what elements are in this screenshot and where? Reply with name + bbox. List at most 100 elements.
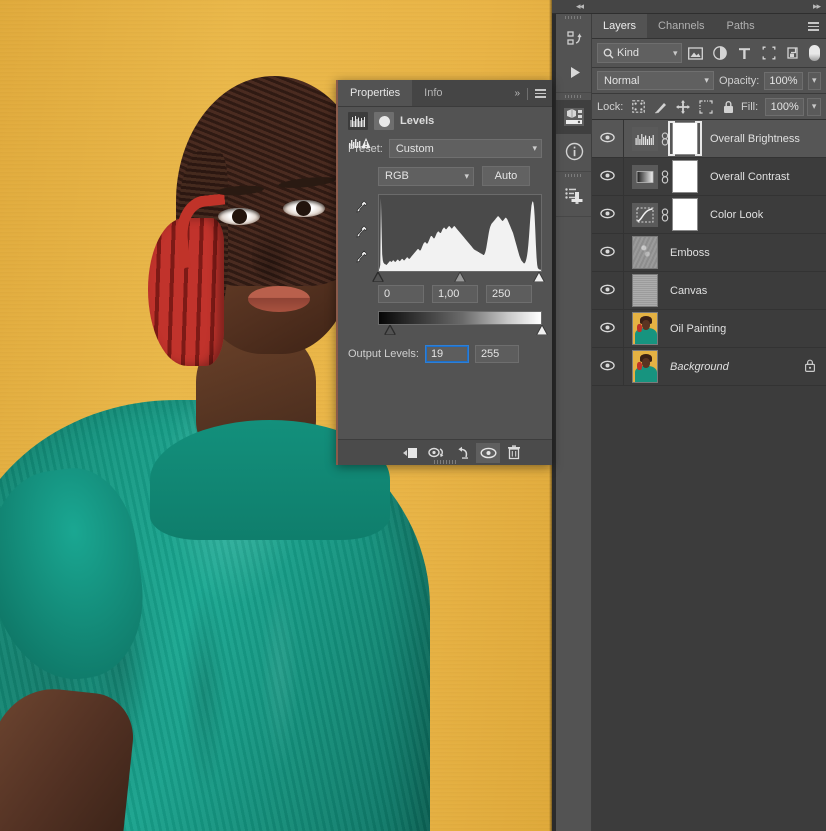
- white-point-eyedropper-icon[interactable]: [351, 248, 371, 266]
- blend-mode-select[interactable]: Normal ▾: [597, 71, 714, 90]
- adjustments-icon[interactable]: [556, 179, 592, 213]
- panel-grip[interactable]: [556, 14, 591, 21]
- layer-name[interactable]: Background: [670, 361, 729, 373]
- lock-transparent-pixels-icon[interactable]: [628, 97, 648, 117]
- hamburger-menu-icon[interactable]: [808, 20, 819, 33]
- tab-channels[interactable]: Channels: [647, 14, 715, 38]
- layer-row[interactable]: Emboss: [592, 233, 826, 272]
- fill-field[interactable]: 100%: [765, 97, 805, 116]
- chevron-double-right-icon[interactable]: »: [514, 88, 520, 99]
- eye-icon[interactable]: [600, 208, 615, 222]
- adjustment-layer-filter-icon[interactable]: [710, 43, 730, 63]
- eye-icon[interactable]: [600, 132, 615, 146]
- layer-name[interactable]: Color Look: [710, 209, 763, 221]
- layer-visibility-toggle[interactable]: [592, 347, 624, 386]
- output-black-field[interactable]: 19: [424, 345, 469, 363]
- eye-icon[interactable]: [600, 322, 615, 336]
- gray-point-eyedropper-icon[interactable]: [351, 223, 371, 241]
- tab-info[interactable]: Info: [412, 80, 454, 106]
- layer-name[interactable]: Overall Contrast: [710, 171, 789, 183]
- levels-histogram[interactable]: [378, 194, 542, 272]
- eye-icon[interactable]: [600, 284, 615, 298]
- layer-thumbnail[interactable]: [632, 350, 658, 383]
- input-black-field[interactable]: 0: [378, 285, 424, 303]
- pixel-layer-filter-icon[interactable]: [686, 43, 706, 63]
- lock-all-icon[interactable]: [718, 97, 738, 117]
- chevron-double-right-icon[interactable]: ▸▸: [813, 0, 821, 14]
- layer-row[interactable]: Background: [592, 347, 826, 386]
- info-icon[interactable]: [556, 134, 592, 168]
- output-black-handle[interactable]: [384, 325, 396, 335]
- lock-image-pixels-icon[interactable]: [651, 97, 671, 117]
- filter-enable-toggle-icon[interactable]: [808, 43, 821, 63]
- output-white-field[interactable]: 255: [474, 345, 519, 363]
- tab-layers[interactable]: Layers: [592, 14, 648, 38]
- layer-row[interactable]: Overall Contrast: [592, 157, 826, 196]
- lock-icon[interactable]: [804, 359, 816, 375]
- layer-visibility-toggle[interactable]: [592, 195, 624, 234]
- layer-visibility-toggle[interactable]: [592, 157, 624, 196]
- fill-stepper-chevron-down-icon[interactable]: ▾: [807, 97, 822, 116]
- tab-properties[interactable]: Properties: [338, 80, 413, 106]
- channel-select[interactable]: RGB ▾: [378, 166, 474, 186]
- layer-visibility-toggle[interactable]: [592, 119, 624, 158]
- preset-select[interactable]: Custom ▾: [388, 139, 542, 158]
- input-black-handle[interactable]: [372, 272, 384, 282]
- output-levels-slider[interactable]: [378, 325, 548, 337]
- panel-grip[interactable]: [556, 93, 591, 100]
- tab-paths[interactable]: Paths: [716, 14, 766, 38]
- layer-thumbnail[interactable]: [632, 236, 658, 269]
- play-icon[interactable]: [556, 55, 592, 89]
- output-white-handle[interactable]: [536, 325, 548, 335]
- auto-button[interactable]: Auto: [482, 166, 530, 186]
- layer-name[interactable]: Canvas: [670, 285, 707, 297]
- eye-icon[interactable]: [600, 170, 615, 184]
- layer-thumbnail[interactable]: [632, 312, 658, 345]
- shape-layer-filter-icon[interactable]: [759, 43, 779, 63]
- lock-position-icon[interactable]: [673, 97, 693, 117]
- opacity-field[interactable]: 100%: [764, 71, 803, 90]
- layer-row[interactable]: Overall Brightness: [592, 119, 826, 158]
- input-white-field[interactable]: 250: [486, 285, 532, 303]
- layer-row[interactable]: Color Look: [592, 195, 826, 234]
- eye-icon[interactable]: [600, 246, 615, 260]
- brightness-contrast-adjustment-icon[interactable]: [632, 164, 658, 189]
- panel-grip[interactable]: [556, 172, 591, 179]
- opacity-stepper-chevron-down-icon[interactable]: ▾: [807, 71, 821, 90]
- lock-artboard-nesting-icon[interactable]: [696, 97, 716, 117]
- hamburger-menu-icon[interactable]: [535, 87, 546, 100]
- eye-icon[interactable]: [600, 360, 615, 374]
- chevron-double-left-icon[interactable]: ◂◂: [576, 0, 584, 14]
- toggle-layer-visibility-button[interactable]: [476, 442, 500, 463]
- input-gamma-field[interactable]: 1,00: [432, 285, 478, 303]
- layer-visibility-toggle[interactable]: [592, 271, 624, 310]
- history-icon[interactable]: [556, 21, 592, 55]
- filter-kind-select[interactable]: Kind ▾: [597, 43, 682, 63]
- type-layer-filter-icon[interactable]: [734, 43, 754, 63]
- panel-resize-grip[interactable]: [434, 460, 456, 464]
- layer-mask-thumbnail[interactable]: [668, 121, 702, 156]
- layer-row[interactable]: Canvas: [592, 271, 826, 310]
- clip-to-layer-button[interactable]: [398, 443, 422, 463]
- layer-row[interactable]: Oil Painting: [592, 309, 826, 348]
- delete-adjustment-button[interactable]: [502, 443, 526, 463]
- layer-mask-link-icon[interactable]: [658, 169, 672, 184]
- curves-adjustment-icon[interactable]: [632, 202, 658, 227]
- layer-mask-link-icon[interactable]: [658, 207, 672, 222]
- input-white-handle[interactable]: [533, 272, 545, 282]
- clipping-warning-icon[interactable]: [349, 136, 375, 150]
- layer-thumbnail[interactable]: [632, 274, 658, 307]
- properties-icon[interactable]: [556, 100, 592, 134]
- layer-visibility-toggle[interactable]: [592, 309, 624, 348]
- black-point-eyedropper-icon[interactable]: [351, 198, 371, 216]
- layer-visibility-toggle[interactable]: [592, 233, 624, 272]
- layer-name[interactable]: Oil Painting: [670, 323, 726, 335]
- levels-adjustment-icon[interactable]: [632, 126, 658, 151]
- layer-mask-thumbnail[interactable]: [672, 198, 698, 231]
- layer-name[interactable]: Emboss: [670, 247, 710, 259]
- smart-object-filter-icon[interactable]: [783, 43, 803, 63]
- input-gamma-handle[interactable]: [454, 272, 466, 282]
- input-levels-slider[interactable]: [372, 272, 545, 284]
- layer-mask-thumbnail[interactable]: [672, 160, 698, 193]
- layer-name[interactable]: Overall Brightness: [710, 133, 800, 145]
